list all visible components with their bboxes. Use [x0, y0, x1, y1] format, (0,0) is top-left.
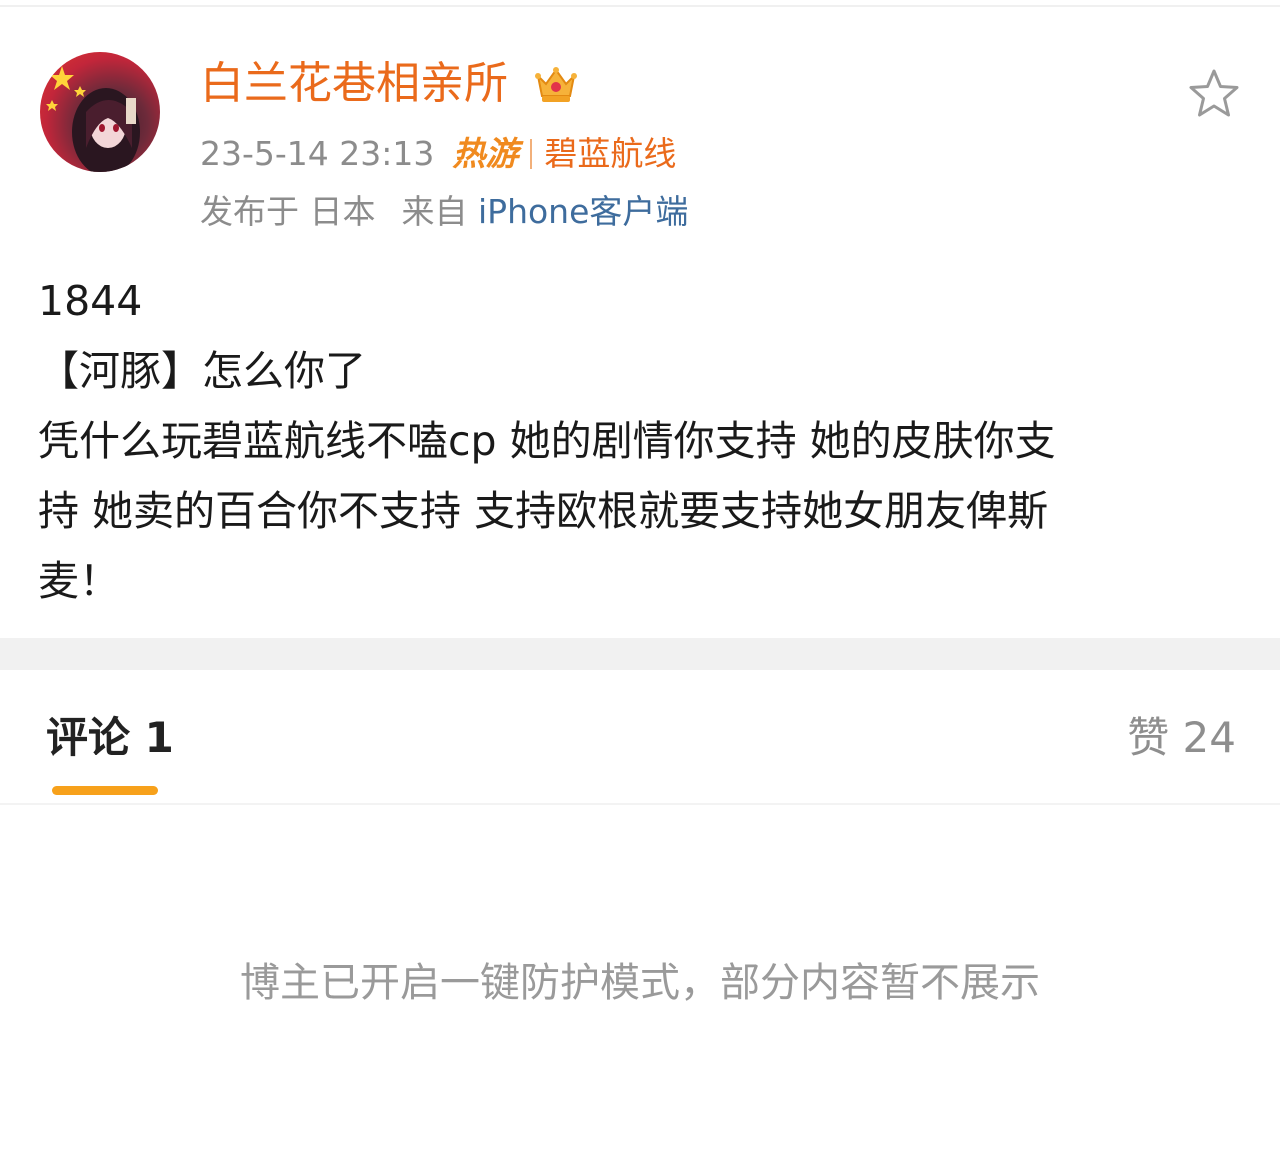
post-line: 【河豚】怎么你了 — [38, 347, 366, 395]
topic-link[interactable]: 碧蓝航线 — [544, 134, 676, 173]
crown-icon — [532, 60, 580, 108]
post-timestamp: 23-5-14 23:13 — [200, 134, 435, 173]
post-line: 1844 — [38, 277, 143, 325]
star-icon[interactable] — [1186, 66, 1242, 122]
hot-badge[interactable]: 热游 — [452, 132, 518, 176]
section-divider — [0, 638, 1280, 670]
post-body: 1844 【河豚】怎么你了 凭什么玩碧蓝航线不嗑cp 她的剧情你支持 她的皮肤你… — [38, 266, 1218, 616]
post-line: 持 她卖的百合你不支持 支持欧根就要支持她女朋友俾斯 — [38, 487, 1049, 535]
tabs-divider — [0, 803, 1280, 805]
post-source: 发布于 日本 来自 iPhone客户端 — [200, 190, 688, 234]
tab-likes[interactable]: 赞 24 — [1127, 708, 1236, 768]
username[interactable]: 白兰花巷相亲所 — [200, 56, 508, 112]
tab-comments[interactable]: 评论 1 — [46, 708, 174, 768]
post-line: 凭什么玩碧蓝航线不嗑cp 她的剧情你支持 她的皮肤你支 — [38, 417, 1056, 465]
top-divider — [0, 5, 1280, 7]
meta-separator — [530, 139, 533, 169]
active-tab-indicator — [52, 786, 158, 795]
avatar[interactable] — [40, 52, 160, 172]
post-meta: 23-5-14 23:13 热游 碧蓝航线 — [200, 132, 676, 176]
source-prefix: 来自 — [401, 192, 468, 231]
device-link[interactable]: iPhone客户端 — [478, 192, 688, 231]
post-location: 发布于 日本 — [200, 192, 376, 231]
comments-protection-notice: 博主已开启一键防护模式，部分内容暂不展示 — [240, 960, 1040, 1006]
post-line: 麦！ — [38, 557, 120, 605]
